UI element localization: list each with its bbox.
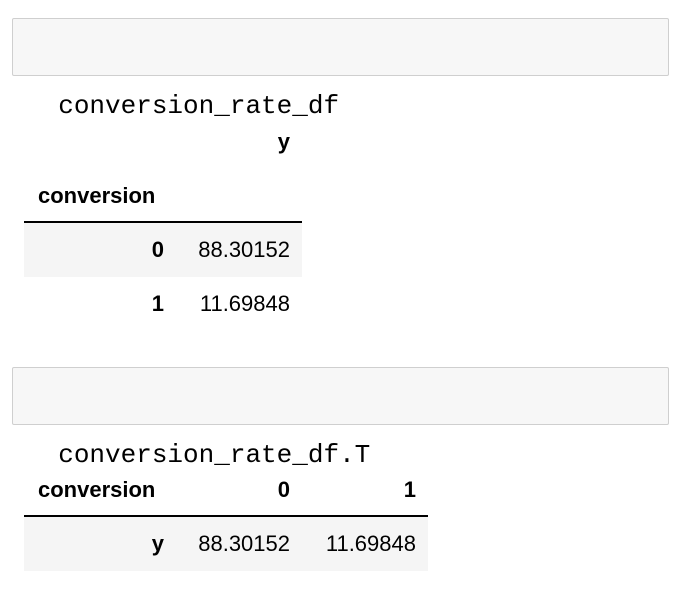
column-header-0: 0 — [277, 477, 290, 502]
row-index: y — [151, 531, 164, 556]
row-value-0: 88.30152 — [198, 531, 290, 556]
table-row: 1 11.69848 — [24, 277, 302, 331]
row-value: 11.69848 — [199, 291, 290, 316]
column-header-1: 1 — [403, 477, 416, 502]
row-value-1: 11.69848 — [325, 531, 416, 556]
column-header-y: y — [277, 129, 290, 154]
dataframe-output-1: y conversion 0 88.30152 1 11.69848 — [24, 115, 302, 335]
column-header-row: conversion 0 1 — [24, 463, 428, 517]
row-index: 1 — [151, 291, 164, 316]
row-index: 0 — [151, 237, 164, 262]
row-value: 88.30152 — [198, 237, 290, 262]
column-header-row: y — [24, 115, 302, 169]
index-name-row: conversion — [24, 169, 302, 223]
code-cell-1[interactable]: conversion_rate_df — [12, 18, 669, 121]
index-name: conversion — [38, 477, 156, 502]
index-name: conversion — [38, 183, 156, 208]
table-row: y 88.30152 11.69848 — [24, 517, 428, 571]
dataframe-output-2: conversion 0 1 y 88.30152 11.69848 — [24, 463, 428, 573]
table-row: 0 88.30152 — [24, 223, 302, 277]
code-cell-2[interactable]: conversion_rate_df.T — [12, 367, 669, 470]
